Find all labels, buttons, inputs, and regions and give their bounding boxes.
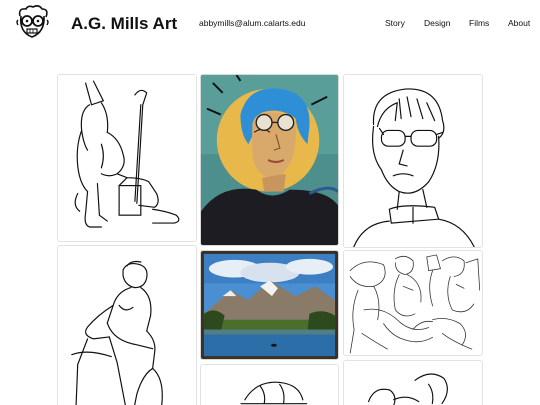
nav-about[interactable]: About [508, 18, 530, 28]
nav-design[interactable]: Design [424, 18, 450, 28]
crowd-sketch-image [349, 254, 481, 354]
partial-sketch-right-image [367, 373, 448, 405]
main-nav: Story Design Films About [0, 18, 540, 30]
figure-sketch-image [71, 260, 163, 405]
gallery-item-gnome-sketch[interactable] [57, 74, 197, 242]
site-header: A.G. Mills Art abbymills@alum.calarts.ed… [0, 0, 540, 48]
gallery-item-figure-sketch[interactable] [57, 245, 197, 405]
gallery-item-painted-portrait[interactable] [200, 74, 339, 246]
landscape-painting-image [201, 251, 338, 359]
nav-story[interactable]: Story [385, 18, 405, 28]
gallery-item-partial-sketch-center[interactable] [200, 364, 339, 405]
portrait-sketch-image [353, 88, 475, 247]
partial-sketch-center-image [240, 381, 308, 405]
gallery-item-landscape-painting[interactable] [200, 250, 339, 360]
gallery-item-partial-sketch-right[interactable] [343, 360, 483, 405]
gallery-item-portrait-sketch[interactable] [343, 74, 483, 248]
gnome-sketch-image [74, 80, 180, 228]
gallery-item-crowd-sketch[interactable] [343, 250, 483, 356]
nav-films[interactable]: Films [469, 18, 489, 28]
painted-portrait-image [201, 75, 338, 245]
